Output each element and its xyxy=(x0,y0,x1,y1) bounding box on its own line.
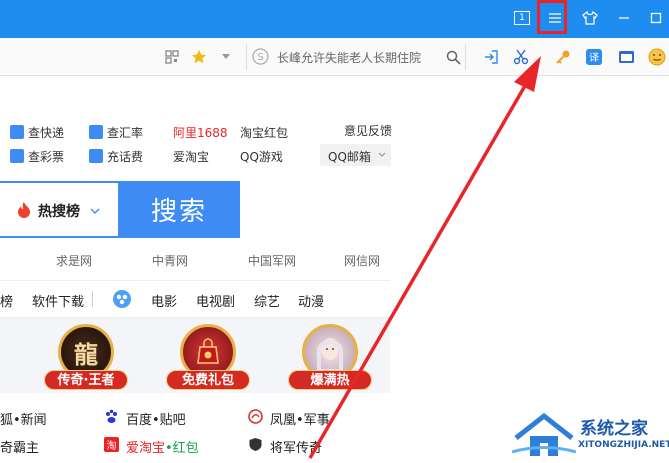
watermark-title: 系统之家 xyxy=(580,419,648,439)
annotation-arrow xyxy=(308,56,541,459)
watermark: 系统之家 XITONGZHIJIA.NET xyxy=(508,408,669,463)
house-logo-icon xyxy=(512,412,576,456)
watermark-url: XITONGZHIJIA.NET xyxy=(578,440,669,450)
